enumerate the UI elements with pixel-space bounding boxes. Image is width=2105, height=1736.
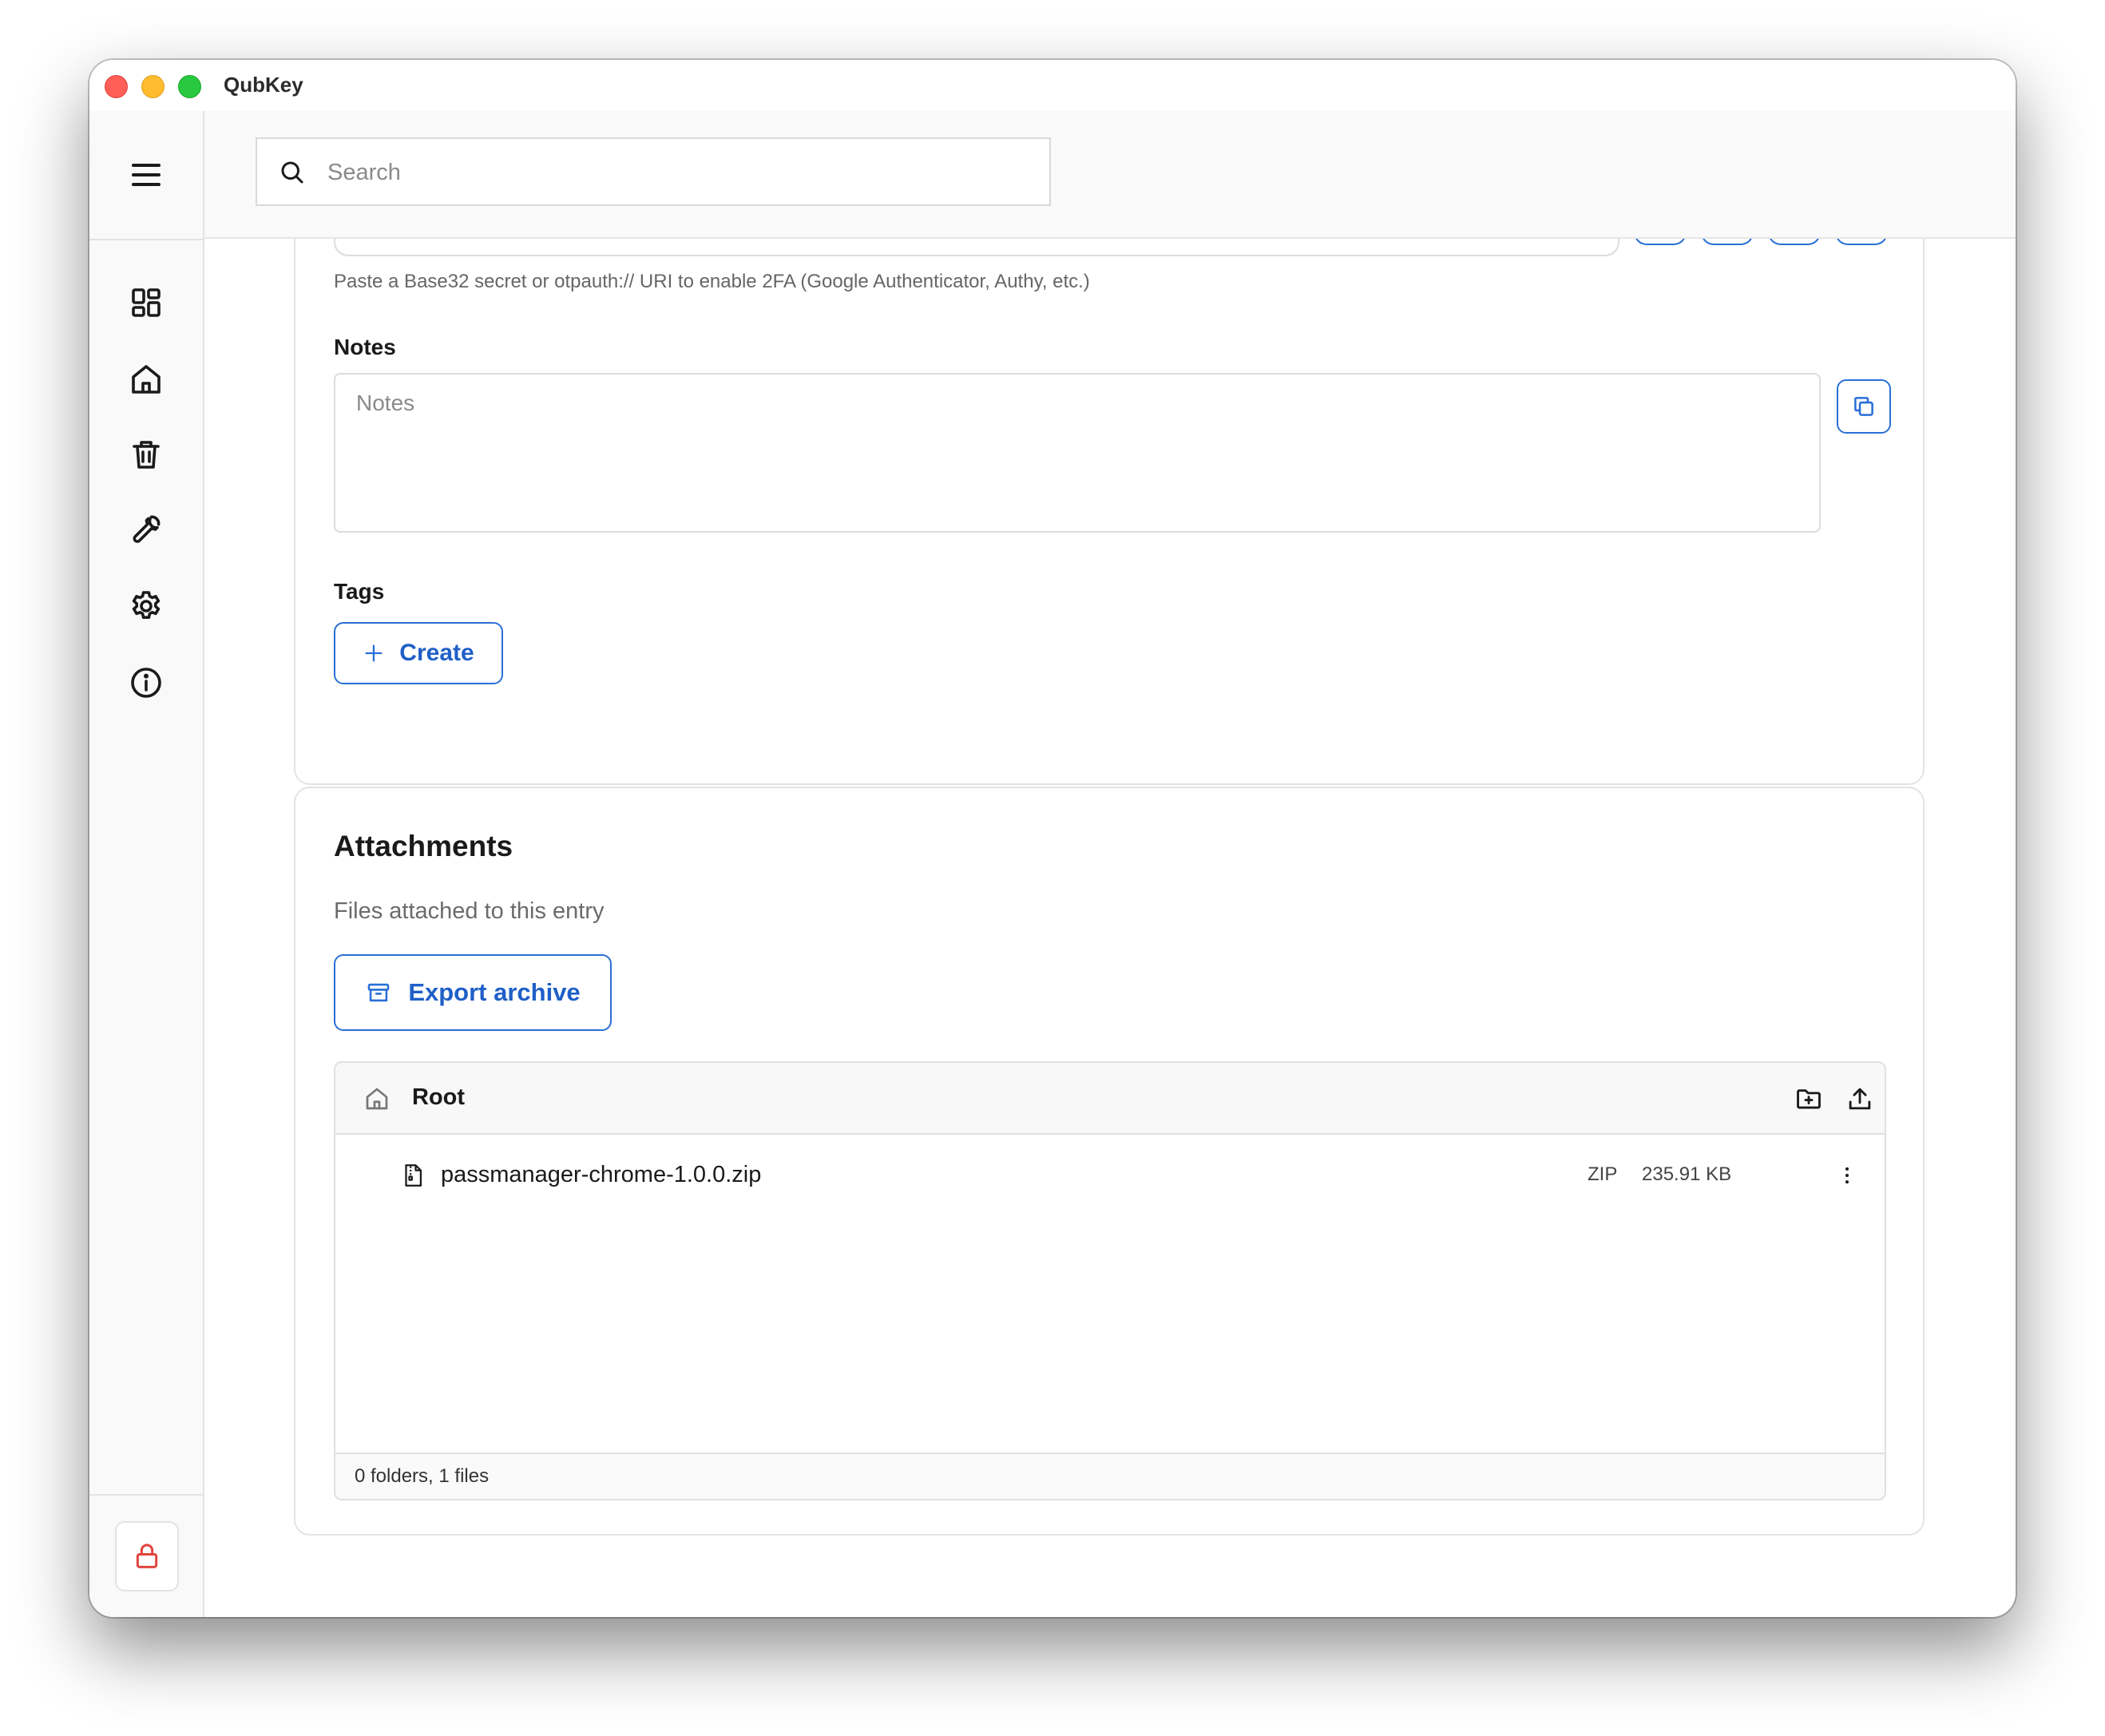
more-vertical-icon[interactable]: [1835, 1163, 1859, 1187]
archive-icon: [367, 983, 390, 1002]
gear-icon[interactable]: [127, 587, 165, 625]
attachments-card: Attachments Files attached to this entry…: [294, 787, 1925, 1536]
sidebar-footer: [89, 1494, 203, 1617]
entry-content: Paste a Base32 secret or otpauth:// URI …: [204, 173, 2016, 1617]
file-size: 235.91 KB: [1642, 1163, 1732, 1185]
home-icon[interactable]: [127, 360, 165, 398]
file-type: ZIP: [1588, 1163, 1618, 1185]
title-bar: QubKey: [89, 60, 2016, 111]
breadcrumb-root[interactable]: Root: [412, 1084, 465, 1111]
search-placeholder: Search: [327, 160, 401, 185]
close-window-button[interactable]: [105, 75, 128, 98]
copy-icon: [1854, 397, 1873, 416]
file-row[interactable]: passmanager-chrome-1.0.0.zip ZIP 235.91 …: [335, 1136, 1885, 1208]
lock-vault-button[interactable]: [115, 1521, 179, 1591]
notes-placeholder: Notes: [356, 390, 415, 415]
file-name[interactable]: passmanager-chrome-1.0.0.zip: [441, 1162, 761, 1188]
sidebar: [89, 111, 204, 1617]
zip-file-icon: [405, 1164, 422, 1187]
trash-icon[interactable]: [127, 435, 165, 474]
sidebar-header: [89, 111, 203, 240]
copy-notes-button[interactable]: [1837, 379, 1891, 434]
export-archive-label: Export archive: [408, 978, 581, 1006]
create-tag-label: Create: [399, 640, 474, 666]
zoom-window-button[interactable]: [178, 75, 201, 98]
export-archive-button[interactable]: Export archive: [334, 954, 612, 1031]
notes-textarea[interactable]: Notes: [334, 373, 1821, 533]
attachments-title: Attachments: [334, 830, 513, 862]
home-icon[interactable]: [363, 1084, 391, 1113]
lock-icon: [136, 1544, 158, 1568]
tags-label: Tags: [334, 579, 385, 604]
app-title: QubKey: [224, 73, 303, 97]
file-browser: Root passmanager-chrome-1.0.0.zip ZIP 23…: [334, 1061, 1886, 1500]
notes-label: Notes: [334, 335, 396, 359]
minimize-window-button[interactable]: [141, 75, 165, 98]
dashboard-icon[interactable]: [127, 283, 165, 322]
menu-icon[interactable]: [127, 156, 165, 194]
file-browser-footer: 0 folders, 1 files: [335, 1453, 1885, 1499]
file-browser-header: Root: [335, 1063, 1885, 1135]
totp-help-text: Paste a Base32 secret or otpauth:// URI …: [334, 271, 1090, 292]
search-input[interactable]: Search: [256, 137, 1051, 206]
search-icon: [281, 161, 303, 184]
entry-details-card: Paste a Base32 secret or otpauth:// URI …: [294, 173, 1925, 785]
top-bar: Search: [204, 111, 2016, 239]
attachments-subtitle: Files attached to this entry: [334, 898, 605, 924]
upload-icon[interactable]: [1845, 1084, 1875, 1114]
file-count-summary: 0 folders, 1 files: [355, 1465, 490, 1487]
app-window: QubKey Search Paste a Base32 secret or o…: [89, 60, 2016, 1617]
plus-icon: [365, 644, 383, 662]
new-folder-icon[interactable]: [1794, 1084, 1824, 1114]
info-icon[interactable]: [127, 664, 165, 702]
create-tag-button[interactable]: Create: [334, 622, 503, 684]
wrench-icon[interactable]: [127, 510, 165, 549]
